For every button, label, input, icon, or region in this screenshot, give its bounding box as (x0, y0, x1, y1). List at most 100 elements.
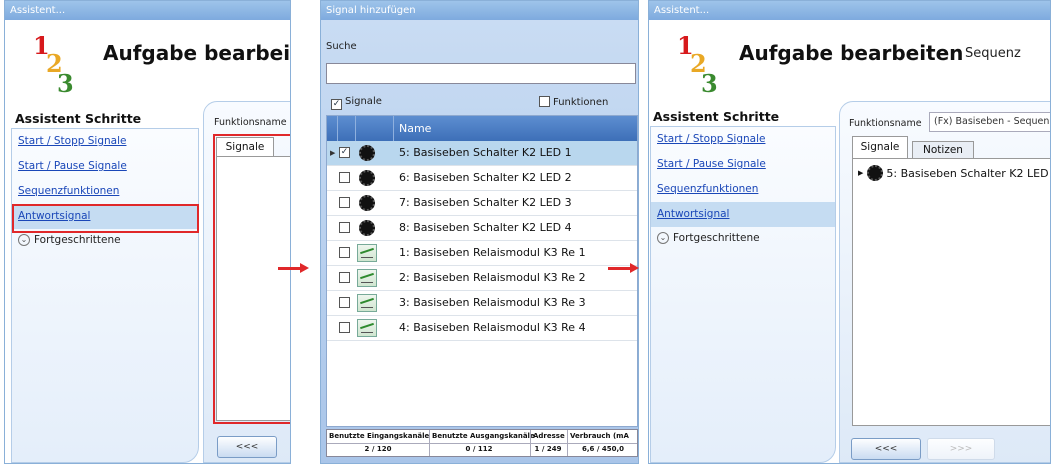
step-start-stop-signals[interactable]: Start / Stopp Signale (651, 127, 835, 152)
signal-name: 7: Basiseben Schalter K2 LED 3 (399, 196, 572, 209)
signal-type-icon (357, 219, 377, 237)
signal-type-icon (357, 144, 377, 162)
row-checkbox[interactable] (339, 272, 350, 283)
highlight-response-signal (12, 204, 199, 233)
row-indicator-icon: ▶ (330, 149, 336, 157)
signal-type-icon (357, 169, 377, 187)
tab-signals[interactable]: Signale (852, 136, 908, 158)
row-indicator-icon: ▶ (858, 169, 864, 177)
relay-icon (357, 319, 377, 337)
outputs-label: Benutzte Ausgangskanäle (432, 432, 535, 440)
window-title: Assistent... (649, 1, 1050, 20)
row-checkbox[interactable] (339, 197, 350, 208)
filter-functions-checkbox[interactable]: Funktionen (539, 96, 608, 108)
steps-title: Assistent Schritte (653, 109, 780, 124)
function-name-input[interactable]: (Fx) Basiseben - Sequen (929, 112, 1050, 132)
table-row[interactable]: 8: Basiseben Schalter K2 LED 4 (327, 216, 637, 241)
signal-name: 2: Basiseben Relaismodul K3 Re 2 (399, 271, 586, 284)
outputs-value: 0 / 112 (465, 445, 493, 453)
tab-notes[interactable]: Notizen (912, 141, 974, 158)
grid-header: Name (327, 116, 637, 141)
selected-signal-item[interactable]: ▶ 5: Basiseben Schalter K2 LED (858, 164, 1049, 182)
step-sequence-functions[interactable]: Sequenzfunktionen (651, 177, 835, 202)
steps-panel: Start / Stopp Signale Start / Pause Sign… (11, 128, 199, 463)
address-label: Adresse (533, 432, 565, 440)
row-checkbox[interactable] (339, 222, 350, 233)
search-label: Suche (326, 41, 357, 52)
signal-type-icon (357, 269, 377, 287)
inputs-label: Benutzte Eingangskanäle (329, 432, 430, 440)
relay-icon (357, 294, 377, 312)
flow-arrow-1 (278, 263, 309, 273)
table-row[interactable]: 3: Basiseben Relaismodul K3 Re 3 (327, 291, 637, 316)
led-icon (867, 165, 884, 181)
signals-grid: Name ▶ ✓ 5: Basiseben Schalter K2 LED 1 6: … (326, 115, 638, 427)
led-icon (359, 220, 375, 236)
filter-signals-checkbox[interactable]: ✓ Signale (331, 96, 382, 110)
add-signal-window: Signal hinzufügen Suche ✓ Signale Funktio… (320, 0, 639, 464)
back-button[interactable]: <<< (217, 436, 277, 458)
step-sequence-functions[interactable]: Sequenzfunktionen (12, 179, 198, 204)
table-row[interactable]: 1: Basiseben Relaismodul K3 Re 1 (327, 241, 637, 266)
page-title: Aufgabe bearbeiten (739, 41, 964, 65)
signal-name: 6: Basiseben Schalter K2 LED 2 (399, 171, 572, 184)
function-name-label: Funktionsname (214, 117, 287, 128)
signal-type-icon (357, 194, 377, 212)
consumption-value: 6,6 / 450,0 (582, 445, 624, 453)
highlight-signals-tab (213, 134, 290, 424)
row-checkbox[interactable] (339, 247, 350, 258)
signal-name: 8: Basiseben Schalter K2 LED 4 (399, 221, 572, 234)
table-row[interactable]: 2: Basiseben Relaismodul K3 Re 2 (327, 266, 637, 291)
steps-logo-icon: 1 2 3 (33, 31, 74, 98)
next-button[interactable]: >>> (927, 438, 995, 460)
inputs-value: 2 / 120 (364, 445, 392, 453)
signal-type-icon (357, 319, 377, 337)
window-title: Assistent... (5, 1, 290, 20)
row-checkbox[interactable] (339, 172, 350, 183)
row-checkbox[interactable] (339, 322, 350, 333)
signal-name: 5: Basiseben Schalter K2 LED 1 (399, 146, 572, 159)
advanced-expander[interactable]: ⌄ Fortgeschrittene (651, 227, 835, 249)
signal-type-icon (357, 244, 377, 262)
consumption-label: Verbrauch (mA (570, 432, 629, 440)
page-title: Aufgabe bearbeite (103, 41, 291, 65)
flow-arrow-2 (608, 263, 639, 273)
table-row[interactable]: ▶ ✓ 5: Basiseben Schalter K2 LED 1 (327, 141, 637, 166)
chevron-down-icon: ⌄ (657, 232, 669, 244)
relay-icon (357, 269, 377, 287)
selected-signals-list: ▶ 5: Basiseben Schalter K2 LED (852, 158, 1050, 426)
step-start-pause-signals[interactable]: Start / Pause Signale (12, 154, 198, 179)
checkbox-empty-icon (539, 96, 550, 107)
page-subtitle: Sequenz (965, 46, 1021, 61)
function-name-label: Funktionsname (849, 118, 922, 129)
led-icon (359, 170, 375, 186)
address-value: 1 / 249 (534, 445, 562, 453)
steps-title: Assistent Schritte (15, 111, 142, 126)
wizard-window-left: Assistent... 1 2 3 Aufgabe bearbeite Ass… (4, 0, 291, 464)
table-row[interactable]: 4: Basiseben Relaismodul K3 Re 4 (327, 316, 637, 341)
column-name[interactable]: Name (399, 116, 431, 141)
checkbox-checked-icon: ✓ (331, 99, 342, 110)
window-title: Signal hinzufügen (321, 1, 638, 20)
signal-type-icon (357, 294, 377, 312)
usage-stats: Benutzte Eingangskanäle 2 / 120 Benutzte… (326, 429, 638, 457)
row-checkbox[interactable] (339, 297, 350, 308)
search-input[interactable] (326, 63, 636, 84)
table-row[interactable]: 7: Basiseben Schalter K2 LED 3 (327, 191, 637, 216)
steps-logo-icon: 1 2 3 (677, 31, 718, 98)
signal-name: 1: Basiseben Relaismodul K3 Re 1 (399, 246, 586, 259)
led-icon (359, 145, 375, 161)
wizard-window-right: Assistent... 1 2 3 Aufgabe bearbeiten Se… (648, 0, 1051, 464)
signal-name: 3: Basiseben Relaismodul K3 Re 3 (399, 296, 586, 309)
step-start-pause-signals[interactable]: Start / Pause Signale (651, 152, 835, 177)
relay-icon (357, 244, 377, 262)
steps-panel: Start / Stopp Signale Start / Pause Sign… (650, 126, 836, 463)
row-checkbox[interactable]: ✓ (339, 147, 350, 158)
step-response-signal[interactable]: Antwortsignal (651, 202, 835, 227)
chevron-down-icon: ⌄ (18, 234, 30, 246)
back-button[interactable]: <<< (851, 438, 921, 460)
table-row[interactable]: 6: Basiseben Schalter K2 LED 2 (327, 166, 637, 191)
led-icon (359, 195, 375, 211)
step-start-stop-signals[interactable]: Start / Stopp Signale (12, 129, 198, 154)
signal-name: 4: Basiseben Relaismodul K3 Re 4 (399, 321, 586, 334)
